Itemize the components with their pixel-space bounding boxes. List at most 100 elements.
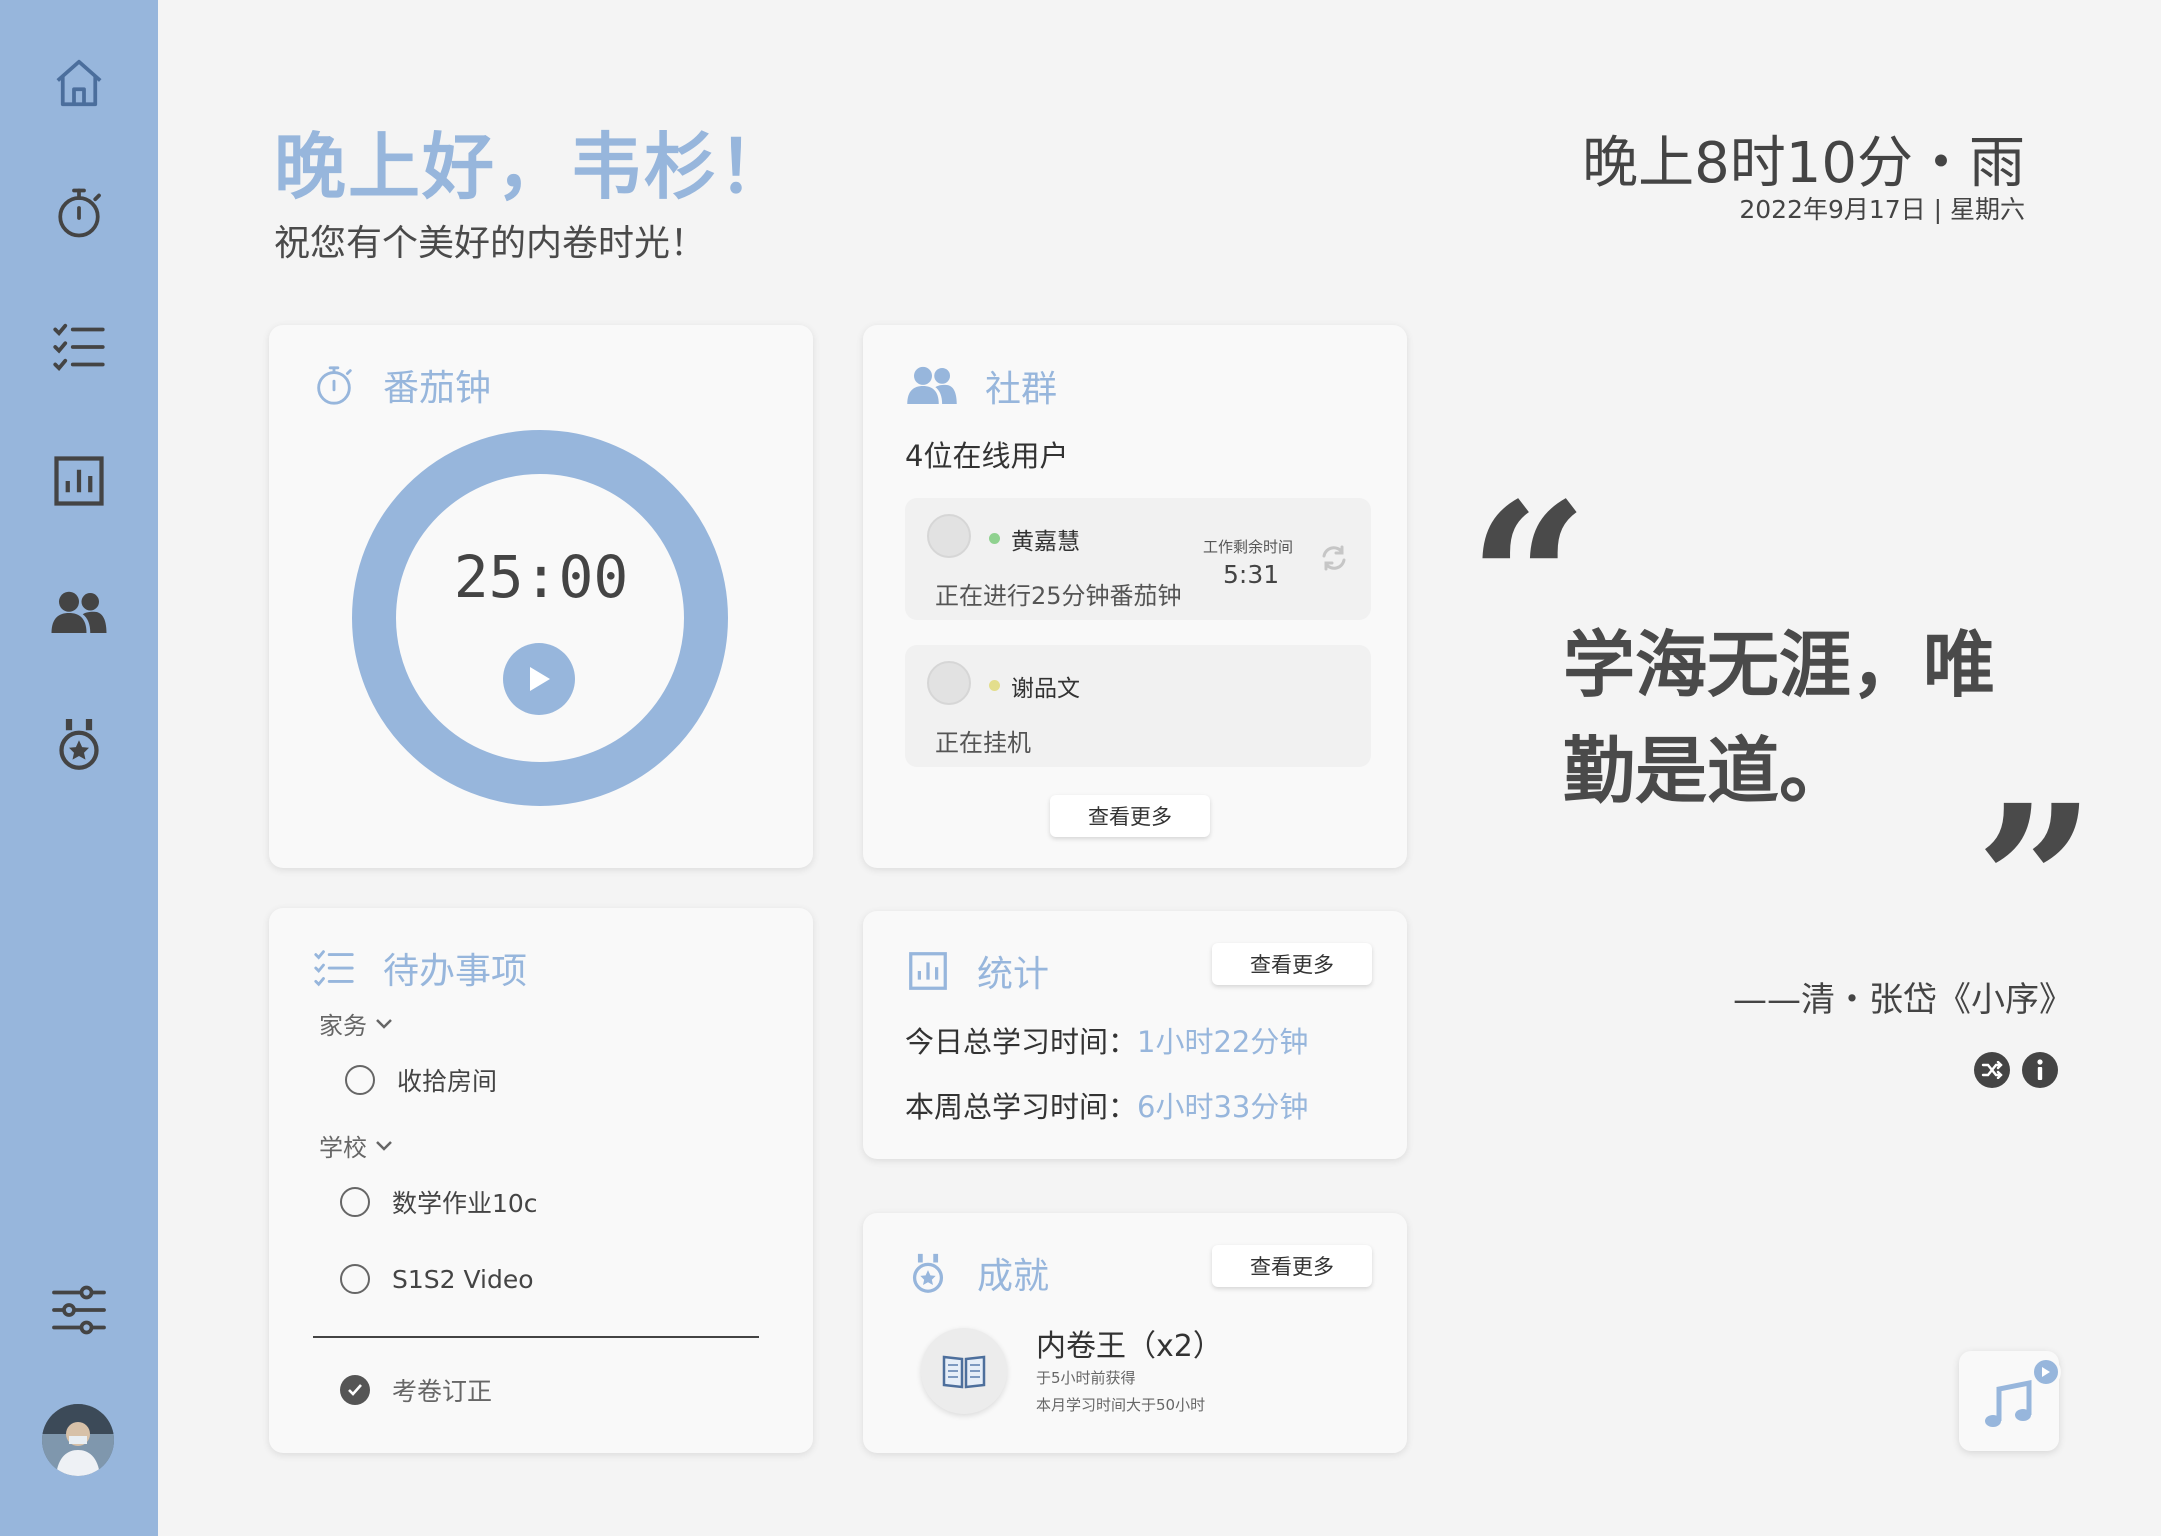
- checklist-icon: [53, 323, 105, 372]
- todo-checkbox-checked[interactable]: [340, 1375, 370, 1405]
- play-icon: [2042, 1367, 2050, 1377]
- todo-item: 数学作业10c: [340, 1184, 538, 1220]
- user-avatar-icon: [927, 514, 971, 558]
- chart-icon: [909, 952, 947, 990]
- community-card: 社群 4位在线用户 黄嘉慧 正在进行25分钟番茄钟 工作剩余时间 5:31 谢品…: [863, 325, 1407, 868]
- stopwatch-icon: [317, 366, 352, 405]
- today-label: 今日总学习时间：: [905, 1025, 1138, 1059]
- stats-card: 统计 查看更多 今日总学习时间：1小时22分钟 本周总学习时间：6小时33分钟: [863, 911, 1407, 1159]
- greeting-subtitle: 祝您有个美好的内卷时光！: [274, 223, 707, 264]
- pomodoro-title: 番茄钟: [383, 368, 492, 409]
- achievement-name: 内卷王（x2）: [1036, 1329, 1223, 1364]
- music-note-icon: [1985, 1379, 2032, 1427]
- home-icon: [56, 59, 102, 107]
- checklist-icon: [314, 950, 354, 987]
- week-study-time: 本周总学习时间：6小时33分钟: [905, 1084, 1308, 1126]
- stats-more-button[interactable]: 查看更多: [1212, 943, 1372, 985]
- nav-community[interactable]: [39, 573, 119, 653]
- shuffle-icon: [1981, 1061, 2003, 1079]
- sliders-icon: [52, 1285, 106, 1335]
- achievement-more-button[interactable]: 查看更多: [1212, 1245, 1372, 1287]
- online-count: 4位在线用户: [905, 439, 1069, 473]
- remaining-label: 工作剩余时间: [1203, 538, 1294, 556]
- chart-icon: [54, 456, 104, 506]
- todo-checkbox[interactable]: [345, 1065, 375, 1095]
- refresh-icon[interactable]: [1320, 544, 1348, 572]
- info-button[interactable]: [2022, 1052, 2058, 1088]
- week-label: 本周总学习时间：: [905, 1090, 1138, 1124]
- nav-pomodoro[interactable]: [39, 173, 119, 253]
- stats-title: 统计: [977, 954, 1050, 995]
- user-item[interactable]: 谢品文 正在挂机: [905, 645, 1371, 767]
- stopwatch-icon: [58, 188, 101, 238]
- todo-group-header[interactable]: 学校: [319, 1128, 393, 1163]
- check-icon: [348, 1384, 362, 1396]
- shuffle-button[interactable]: [1974, 1052, 2010, 1088]
- todo-group-header[interactable]: 家务: [319, 1006, 393, 1041]
- achievement-header: 成就: [905, 1247, 1049, 1299]
- nav-achievement[interactable]: [39, 704, 119, 784]
- chevron-down-icon: [376, 1018, 392, 1029]
- current-date: 2022年9月17日 | 星期六: [1739, 195, 2025, 224]
- timer-ring: [352, 430, 728, 806]
- online-dot: [989, 533, 1000, 544]
- user-name: 黄嘉慧: [1011, 529, 1080, 555]
- music-player-button[interactable]: [1959, 1351, 2061, 1451]
- play-icon: [530, 667, 550, 691]
- todo-checkbox[interactable]: [340, 1187, 370, 1217]
- user-avatar[interactable]: [42, 1404, 114, 1476]
- community-more-button[interactable]: 查看更多: [1050, 795, 1210, 837]
- todo-item-label: 考卷订正: [392, 1377, 493, 1406]
- achievement-desc: 本月学习时间大于50小时: [1036, 1396, 1206, 1414]
- achievement-time: 于5小时前获得: [1036, 1369, 1136, 1387]
- nav-stats[interactable]: [39, 441, 119, 521]
- nav-home[interactable]: [39, 43, 119, 123]
- todo-item-done: 考卷订正: [340, 1372, 492, 1408]
- todo-item: 收拾房间: [345, 1062, 497, 1098]
- todo-item: S1S2 Video: [340, 1264, 534, 1294]
- today-study-time: 今日总学习时间：1小时22分钟: [905, 1019, 1308, 1061]
- achievement-badge: [921, 1328, 1007, 1414]
- community-title: 社群: [985, 369, 1058, 410]
- todo-group-name: 家务: [319, 1012, 367, 1040]
- todo-divider: [313, 1336, 759, 1338]
- community-header: 社群: [905, 359, 1057, 413]
- sidebar: [0, 0, 158, 1536]
- todo-item-label: 收拾房间: [397, 1067, 498, 1096]
- chevron-down-icon: [376, 1140, 392, 1151]
- todo-header: 待办事项: [311, 942, 527, 994]
- todo-item-label: S1S2 Video: [392, 1264, 534, 1294]
- achievement-title: 成就: [977, 1256, 1050, 1297]
- users-icon: [907, 366, 957, 404]
- time-weather: 晚上8时10分・雨: [1582, 131, 2025, 196]
- nav-settings[interactable]: [39, 1270, 119, 1350]
- users-icon: [51, 591, 107, 633]
- todo-item-label: 数学作业10c: [392, 1189, 538, 1218]
- remaining-time: 5:31: [1223, 560, 1280, 589]
- close-quote-icon: ”: [1975, 759, 2096, 1006]
- info-icon: [2037, 1059, 2043, 1080]
- medal-icon: [59, 719, 99, 770]
- todo-group-name: 学校: [319, 1134, 367, 1162]
- play-button[interactable]: [503, 643, 575, 715]
- timer-display: 25:00: [453, 543, 629, 611]
- achievement-card: 成就 查看更多 内卷王（x2） 于5小时前获得 本月学习时间大于50小时: [863, 1213, 1407, 1453]
- pomodoro-header: 番茄钟: [311, 359, 491, 411]
- quote-source: ——清・张岱《小序》: [1733, 980, 2073, 1020]
- user-avatar-icon: [927, 661, 971, 705]
- user-name: 谢品文: [1011, 676, 1080, 702]
- todo-checkbox[interactable]: [340, 1264, 370, 1294]
- week-value: 6小时33分钟: [1137, 1090, 1309, 1124]
- quote-text: 学海无涯，唯勤是道。: [1563, 623, 1996, 813]
- idle-dot: [989, 680, 1000, 691]
- nav-todo[interactable]: [39, 307, 119, 387]
- stats-header: 统计: [905, 945, 1049, 997]
- medal-icon: [912, 1253, 944, 1293]
- todo-title: 待办事项: [383, 951, 528, 992]
- user-item[interactable]: 黄嘉慧 正在进行25分钟番茄钟 工作剩余时间 5:31: [905, 498, 1371, 620]
- greeting-title: 晚上好，韦杉！: [274, 125, 793, 209]
- todo-card: 待办事项 家务 收拾房间 学校 数学作业10c S1S2 Video 考卷订正: [269, 908, 813, 1453]
- avatar-photo: [42, 1404, 114, 1476]
- book-icon: [942, 1355, 986, 1389]
- user-status: 正在挂机: [935, 729, 1031, 757]
